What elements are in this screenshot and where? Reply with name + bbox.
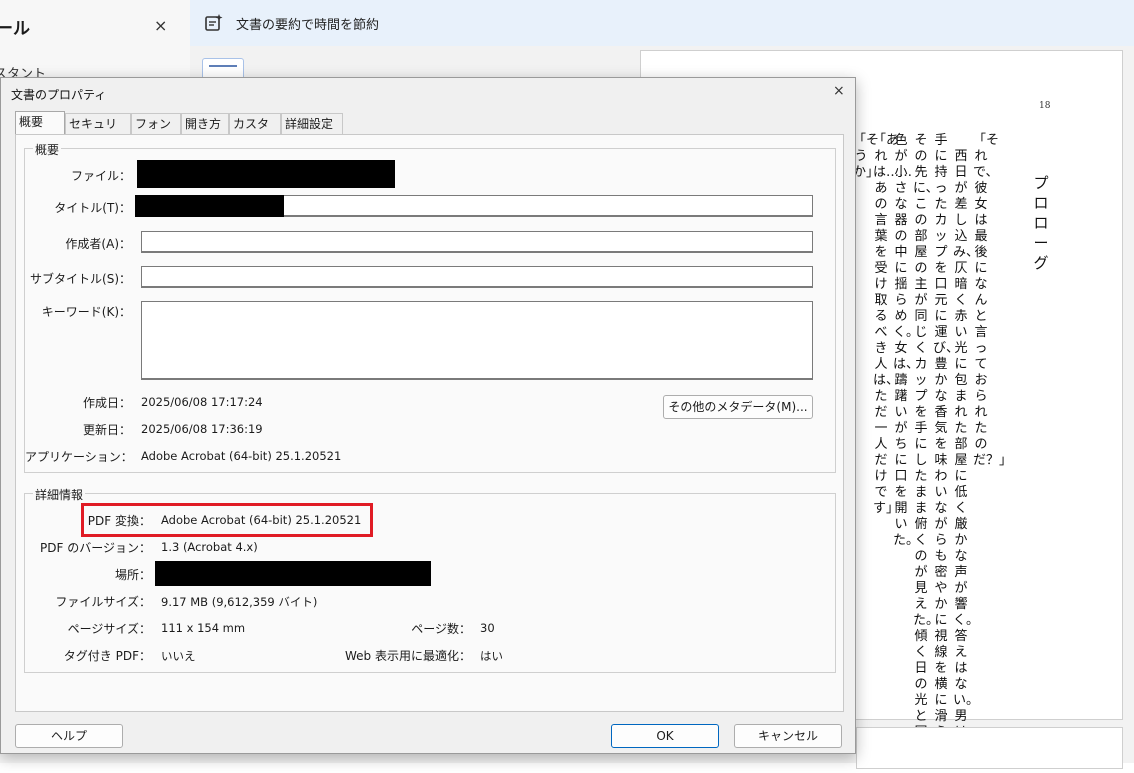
subtitle-label: サブタイトル(S)： [30, 272, 131, 286]
details-group-label: 詳細情報 [33, 486, 86, 503]
file-size-value: 9.17 MB (9,612,359 バイト) [161, 595, 318, 609]
file-size-label: ファイルサイズ： [55, 595, 151, 609]
close-icon[interactable]: × [833, 83, 845, 99]
modified-value: 2025/06/08 17:36:19 [141, 422, 263, 436]
author-label: 作成者(A)： [65, 237, 131, 251]
redacted-location [155, 561, 431, 586]
producer-label: PDF 変換： [87, 514, 151, 528]
application-label: アプリケーション： [25, 450, 133, 464]
text-line: 「それで、彼女は最後になんと言っておられたのだ？」 [973, 133, 1013, 468]
page-count-label: ページ数： [411, 622, 471, 636]
fast-web-view-label: Web 表示用に最適化： [345, 649, 471, 663]
redacted-file-name [137, 160, 395, 188]
text-line: その先に、この部屋の主が同じくカップを手にしたまま俯くのが見えた。傾く日の光と同… [913, 133, 940, 756]
tab-custom[interactable]: カスタム [229, 113, 281, 152]
pdf-version-label: PDF のバージョン： [40, 541, 151, 555]
modified-label: 更新日： [82, 423, 131, 437]
page-size-label: ページサイズ： [67, 622, 151, 636]
tab-panel-summary: 概要 ファイル： タイトル(T)： 作成者(A)： サブタイトル(S)： キーワ… [15, 134, 844, 712]
subtitle-field[interactable] [141, 266, 813, 288]
tab-advanced[interactable]: 詳細設定 [281, 113, 343, 134]
text-line: 色が小さな器の中に揺らめく。女は、躊躇いがちに口を開いた。 [893, 133, 920, 548]
created-value: 2025/06/08 17:17:24 [141, 395, 263, 409]
cancel-button[interactable]: キャンセル [734, 724, 842, 748]
redacted-title [135, 195, 284, 217]
author-field[interactable] [141, 231, 813, 253]
page-heading: プロローグ [1033, 174, 1049, 272]
text-line: 西日が差し込み、仄暗く赤い光に包まれた部屋に低く厳かな声が響く。答えはない。男は [953, 149, 980, 740]
summary-banner[interactable]: 文書の要約で時間を節約 [190, 0, 1134, 46]
title-label: タイトル(T)： [54, 201, 131, 215]
fast-web-view-value: はい [480, 649, 503, 663]
tab-fonts[interactable]: フォント [131, 113, 181, 152]
help-button[interactable]: ヘルプ [15, 724, 123, 748]
text-line: 手に持ったカップを口元に運び、豊かな香気を味わいながらも密やかに視線を横に滑らせ… [933, 133, 960, 772]
pdf-version-value: 1.3 (Acrobat 4.x) [161, 540, 258, 554]
summary-group: 概要 ファイル： タイトル(T)： 作成者(A)： サブタイトル(S)： キーワ… [24, 141, 836, 473]
page-number: 18 [1039, 101, 1051, 111]
tools-panel-title: ール [0, 19, 30, 39]
page-size-value: 111 x 154 mm [161, 621, 246, 635]
text-line: 「あれは……あの言葉を受け取るべき人は、ただ一人だけです」 [873, 133, 913, 516]
created-label: 作成日： [82, 396, 131, 410]
producer-value: Adobe Acrobat (64-bit) 25.1.20521 [161, 513, 362, 527]
close-icon[interactable]: × [154, 16, 167, 35]
keywords-label: キーワード(K)： [41, 305, 131, 319]
document-properties-dialog: 文書のプロパティ × 概要 セキュリティ フォント 開き方 カスタム 詳細設定 … [0, 77, 856, 754]
tab-initial-view[interactable]: 開き方 [181, 113, 229, 134]
summary-group-label: 概要 [33, 141, 62, 158]
file-label: ファイル： [70, 169, 131, 183]
summary-banner-text: 文書の要約で時間を節約 [236, 18, 380, 33]
ok-button[interactable]: OK [611, 724, 719, 748]
details-group: 詳細情報 PDF 変換： Adobe Acrobat (64-bit) 25.1… [24, 486, 836, 673]
more-metadata-button[interactable]: その他のメタデータ(M)... [663, 395, 813, 419]
summary-icon [205, 14, 223, 31]
tab-summary[interactable]: 概要 [15, 111, 65, 135]
keywords-field[interactable] [141, 301, 813, 380]
dialog-title: 文書のプロパティ [11, 88, 107, 102]
location-label: 場所： [114, 568, 151, 582]
tagged-pdf-value: いいえ [161, 649, 196, 663]
page-count-value: 30 [480, 621, 495, 635]
application-value: Adobe Acrobat (64-bit) 25.1.20521 [141, 449, 342, 463]
tab-security[interactable]: セキュリティ [65, 113, 131, 152]
tagged-pdf-label: タグ付き PDF： [63, 649, 151, 663]
